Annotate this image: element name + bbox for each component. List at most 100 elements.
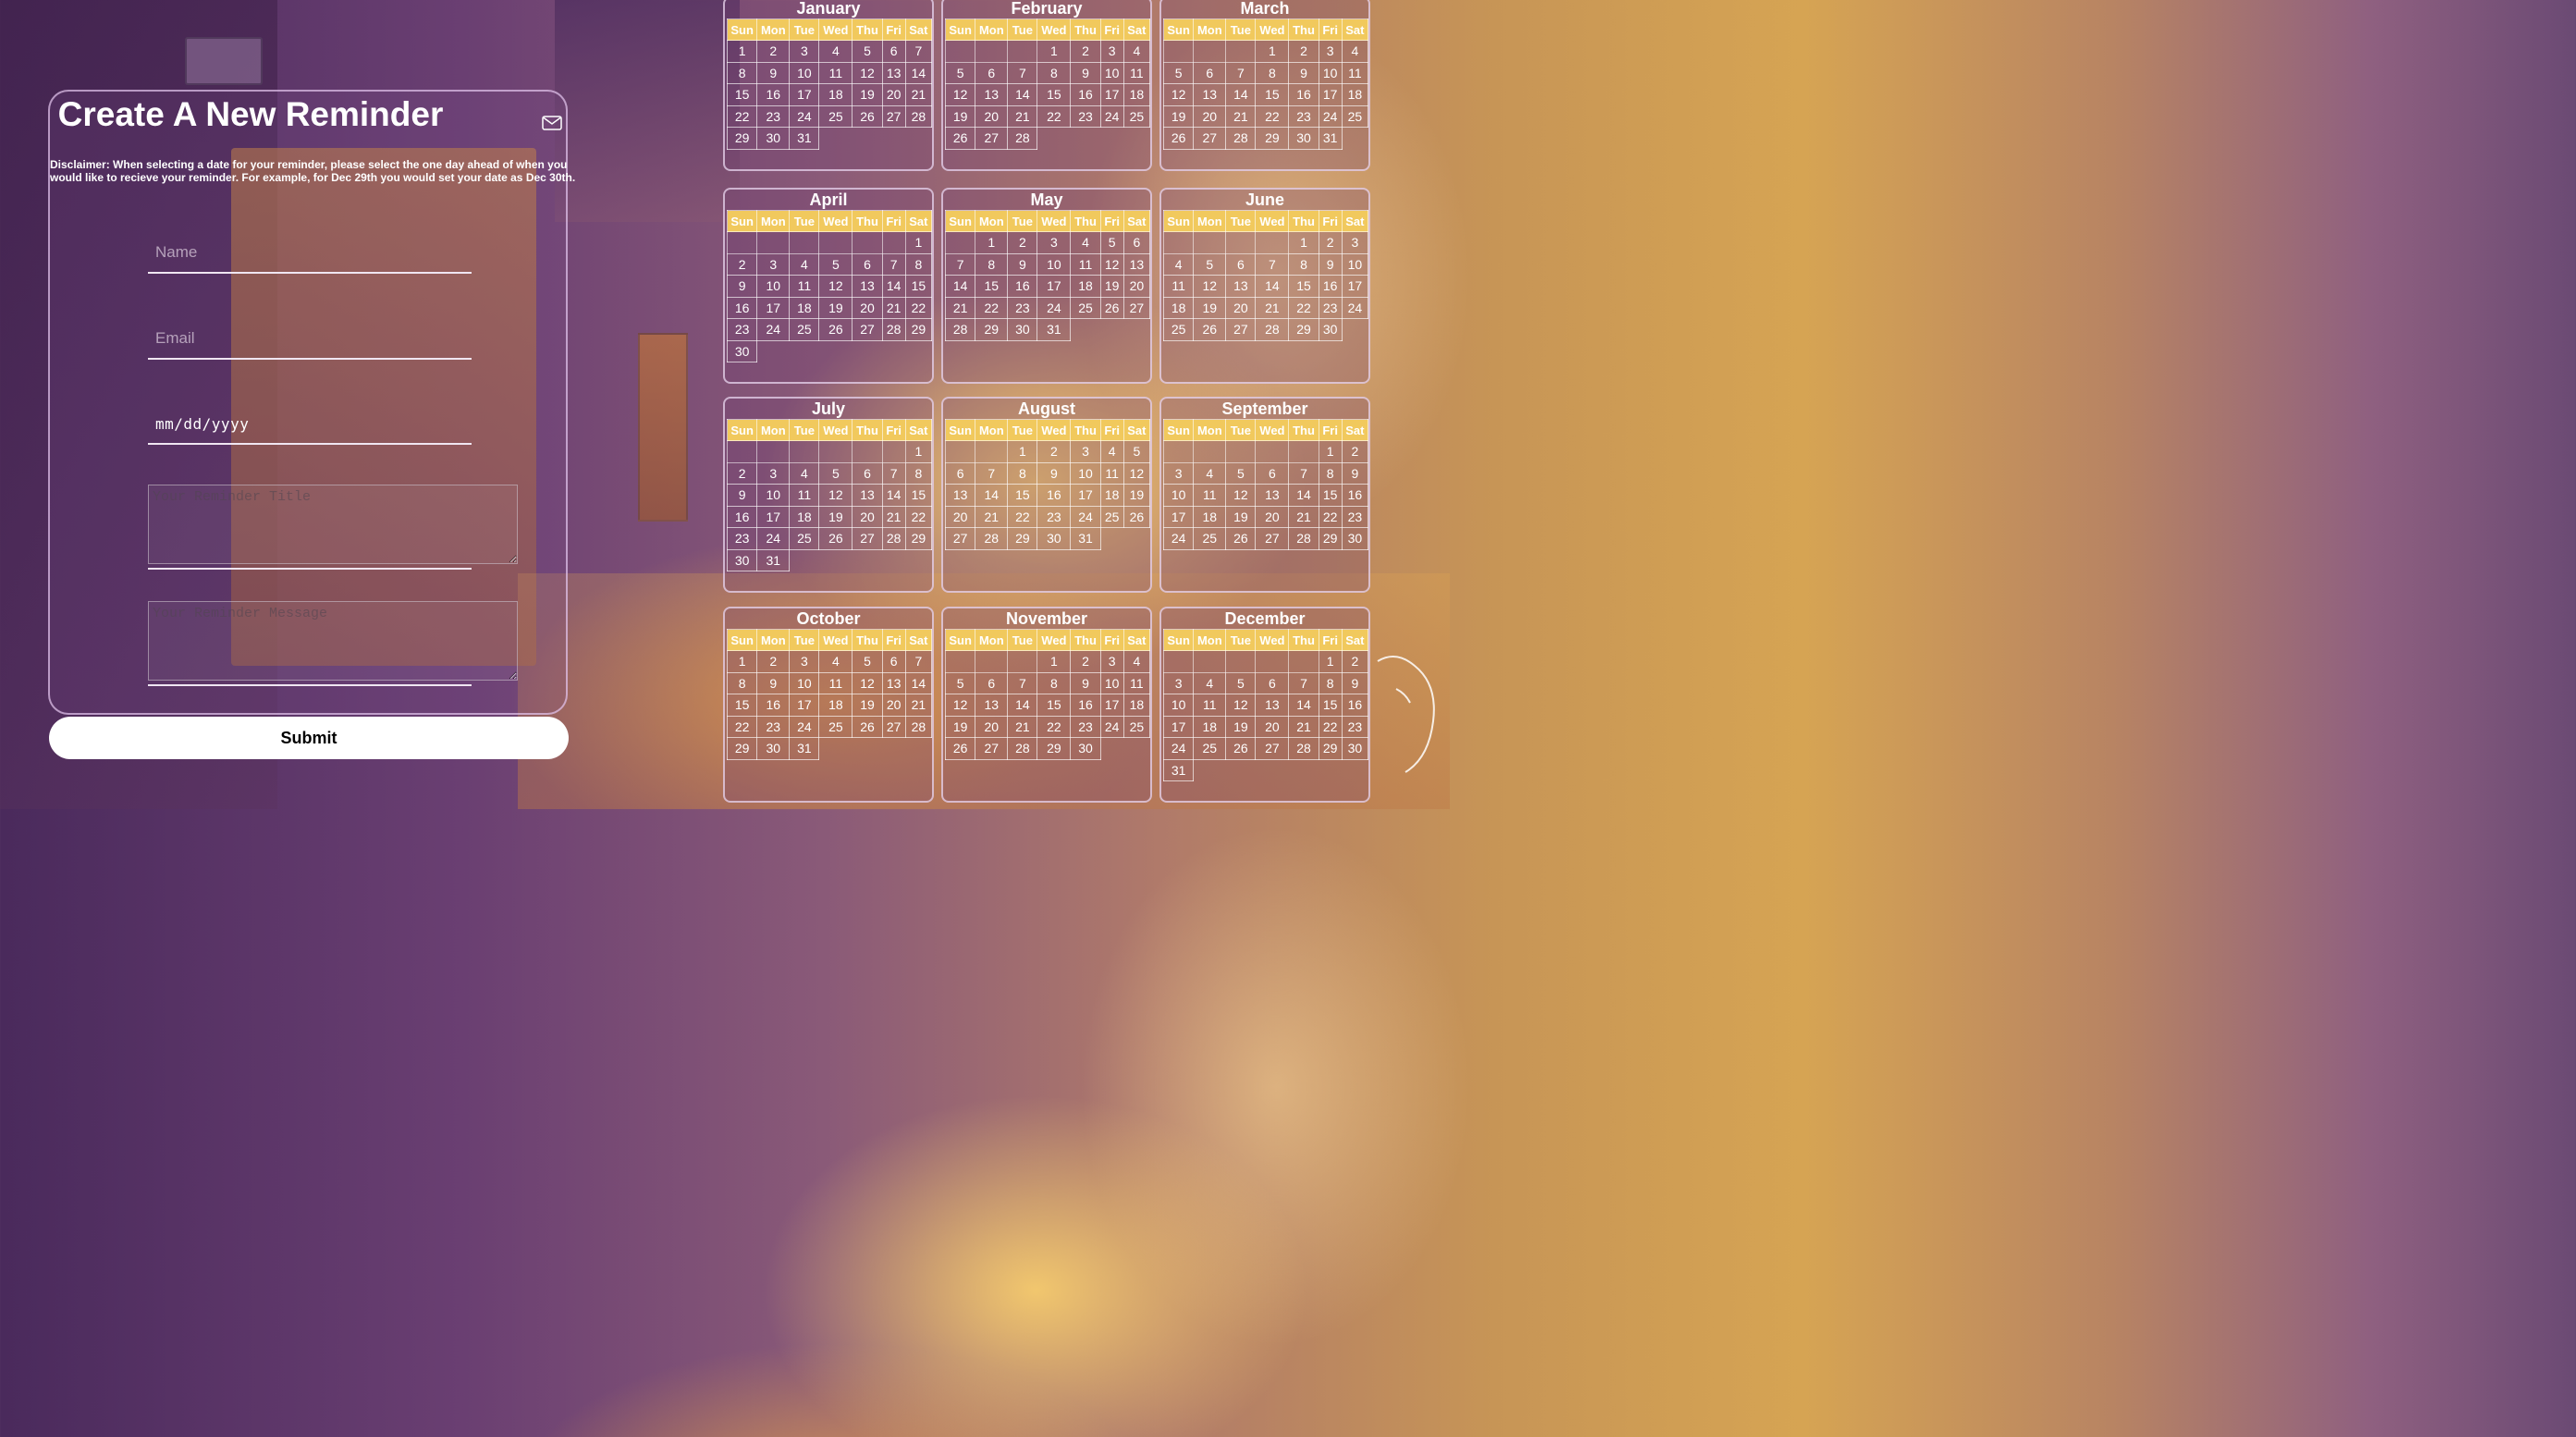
day-cell[interactable]: 18 — [818, 83, 853, 106]
day-cell[interactable]: 11 — [1122, 671, 1151, 694]
day-cell[interactable]: 20 — [881, 694, 906, 717]
day-cell[interactable]: 3 — [1037, 231, 1072, 254]
day-cell[interactable]: 12 — [818, 275, 853, 298]
day-cell[interactable]: 2 — [1288, 40, 1319, 63]
day-cell[interactable]: 12 — [1122, 461, 1151, 485]
day-cell[interactable]: 27 — [944, 527, 976, 550]
day-cell[interactable]: 8 — [1037, 671, 1072, 694]
day-cell[interactable]: 22 — [1007, 505, 1038, 528]
day-cell[interactable]: 28 — [944, 318, 976, 341]
day-cell[interactable]: 18 — [1162, 296, 1195, 319]
day-cell[interactable]: 4 — [1341, 40, 1369, 63]
day-cell[interactable]: 26 — [852, 715, 883, 738]
day-cell[interactable]: 14 — [1007, 694, 1038, 717]
day-cell[interactable]: 30 — [1341, 527, 1369, 550]
day-cell[interactable]: 6 — [975, 61, 1009, 84]
day-cell[interactable]: 19 — [1193, 296, 1227, 319]
day-cell[interactable]: 20 — [975, 104, 1009, 128]
day-cell[interactable]: 1 — [1288, 231, 1319, 254]
day-cell[interactable]: 26 — [852, 104, 883, 128]
day-cell[interactable]: 17 — [789, 694, 820, 717]
day-cell[interactable]: 25 — [1070, 296, 1101, 319]
day-cell[interactable]: 18 — [1341, 83, 1369, 106]
day-cell[interactable]: 9 — [1070, 671, 1101, 694]
day-cell[interactable]: 23 — [1288, 104, 1319, 128]
day-cell[interactable]: 31 — [756, 548, 791, 571]
day-cell[interactable]: 15 — [904, 275, 933, 298]
day-cell[interactable]: 29 — [726, 737, 758, 760]
day-cell[interactable]: 14 — [904, 671, 933, 694]
day-cell[interactable]: 31 — [1037, 318, 1072, 341]
day-cell[interactable]: 8 — [975, 252, 1009, 276]
day-cell[interactable]: 11 — [1099, 461, 1124, 485]
day-cell[interactable]: 10 — [789, 671, 820, 694]
day-cell[interactable]: 20 — [1193, 104, 1227, 128]
day-cell[interactable]: 11 — [1162, 275, 1195, 298]
day-cell[interactable]: 23 — [1037, 505, 1072, 528]
day-cell[interactable]: 19 — [944, 715, 976, 738]
day-cell[interactable]: 17 — [1099, 83, 1124, 106]
day-cell[interactable]: 5 — [1193, 252, 1227, 276]
day-cell[interactable]: 25 — [1193, 737, 1227, 760]
day-cell[interactable]: 17 — [1070, 484, 1101, 507]
day-cell[interactable]: 10 — [1037, 252, 1072, 276]
day-cell[interactable]: 5 — [1122, 440, 1151, 463]
day-cell[interactable]: 17 — [1099, 694, 1124, 717]
day-cell[interactable]: 28 — [1255, 318, 1290, 341]
day-cell[interactable]: 24 — [1037, 296, 1072, 319]
day-cell[interactable]: 29 — [726, 127, 758, 150]
day-cell[interactable]: 29 — [1318, 737, 1343, 760]
day-cell[interactable]: 6 — [881, 650, 906, 673]
day-cell[interactable]: 10 — [1099, 671, 1124, 694]
day-cell[interactable]: 26 — [818, 318, 853, 341]
day-cell[interactable]: 8 — [726, 671, 758, 694]
day-cell[interactable]: 18 — [818, 694, 853, 717]
day-cell[interactable]: 25 — [1099, 505, 1124, 528]
day-cell[interactable]: 15 — [726, 83, 758, 106]
day-cell[interactable]: 11 — [1341, 61, 1369, 84]
day-cell[interactable]: 14 — [1288, 484, 1319, 507]
day-cell[interactable]: 19 — [1122, 484, 1151, 507]
day-cell[interactable]: 13 — [852, 275, 883, 298]
day-cell[interactable]: 19 — [1162, 104, 1195, 128]
day-cell[interactable]: 14 — [1225, 83, 1257, 106]
day-cell[interactable]: 18 — [1070, 275, 1101, 298]
day-cell[interactable]: 30 — [726, 339, 758, 362]
day-cell[interactable]: 4 — [818, 40, 853, 63]
day-cell[interactable]: 28 — [904, 715, 933, 738]
reminder-title-textarea[interactable] — [148, 485, 518, 564]
day-cell[interactable]: 3 — [1341, 231, 1369, 254]
day-cell[interactable]: 16 — [1341, 694, 1369, 717]
day-cell[interactable]: 24 — [1162, 737, 1195, 760]
day-cell[interactable]: 19 — [1099, 275, 1124, 298]
day-cell[interactable]: 9 — [1318, 252, 1343, 276]
day-cell[interactable]: 9 — [756, 671, 791, 694]
day-cell[interactable]: 6 — [975, 671, 1009, 694]
day-cell[interactable]: 7 — [944, 252, 976, 276]
name-input[interactable] — [148, 233, 472, 274]
day-cell[interactable]: 26 — [1225, 737, 1257, 760]
day-cell[interactable]: 13 — [975, 694, 1009, 717]
day-cell[interactable]: 11 — [818, 61, 853, 84]
day-cell[interactable]: 16 — [1288, 83, 1319, 106]
day-cell[interactable]: 28 — [1288, 527, 1319, 550]
submit-button[interactable]: Submit — [49, 717, 569, 759]
day-cell[interactable]: 25 — [1122, 104, 1151, 128]
day-cell[interactable]: 20 — [1255, 715, 1290, 738]
day-cell[interactable]: 9 — [726, 275, 758, 298]
reminder-message-textarea[interactable] — [148, 601, 518, 681]
day-cell[interactable]: 8 — [1318, 461, 1343, 485]
day-cell[interactable]: 4 — [1193, 461, 1227, 485]
day-cell[interactable]: 3 — [1162, 671, 1195, 694]
day-cell[interactable]: 4 — [1193, 671, 1227, 694]
day-cell[interactable]: 13 — [1193, 83, 1227, 106]
day-cell[interactable]: 16 — [756, 694, 791, 717]
day-cell[interactable]: 2 — [1341, 650, 1369, 673]
day-cell[interactable]: 25 — [818, 715, 853, 738]
day-cell[interactable]: 12 — [1225, 694, 1257, 717]
day-cell[interactable]: 14 — [881, 484, 906, 507]
day-cell[interactable]: 1 — [1037, 650, 1072, 673]
day-cell[interactable]: 26 — [1122, 505, 1151, 528]
day-cell[interactable]: 6 — [852, 252, 883, 276]
day-cell[interactable]: 1 — [1318, 440, 1343, 463]
